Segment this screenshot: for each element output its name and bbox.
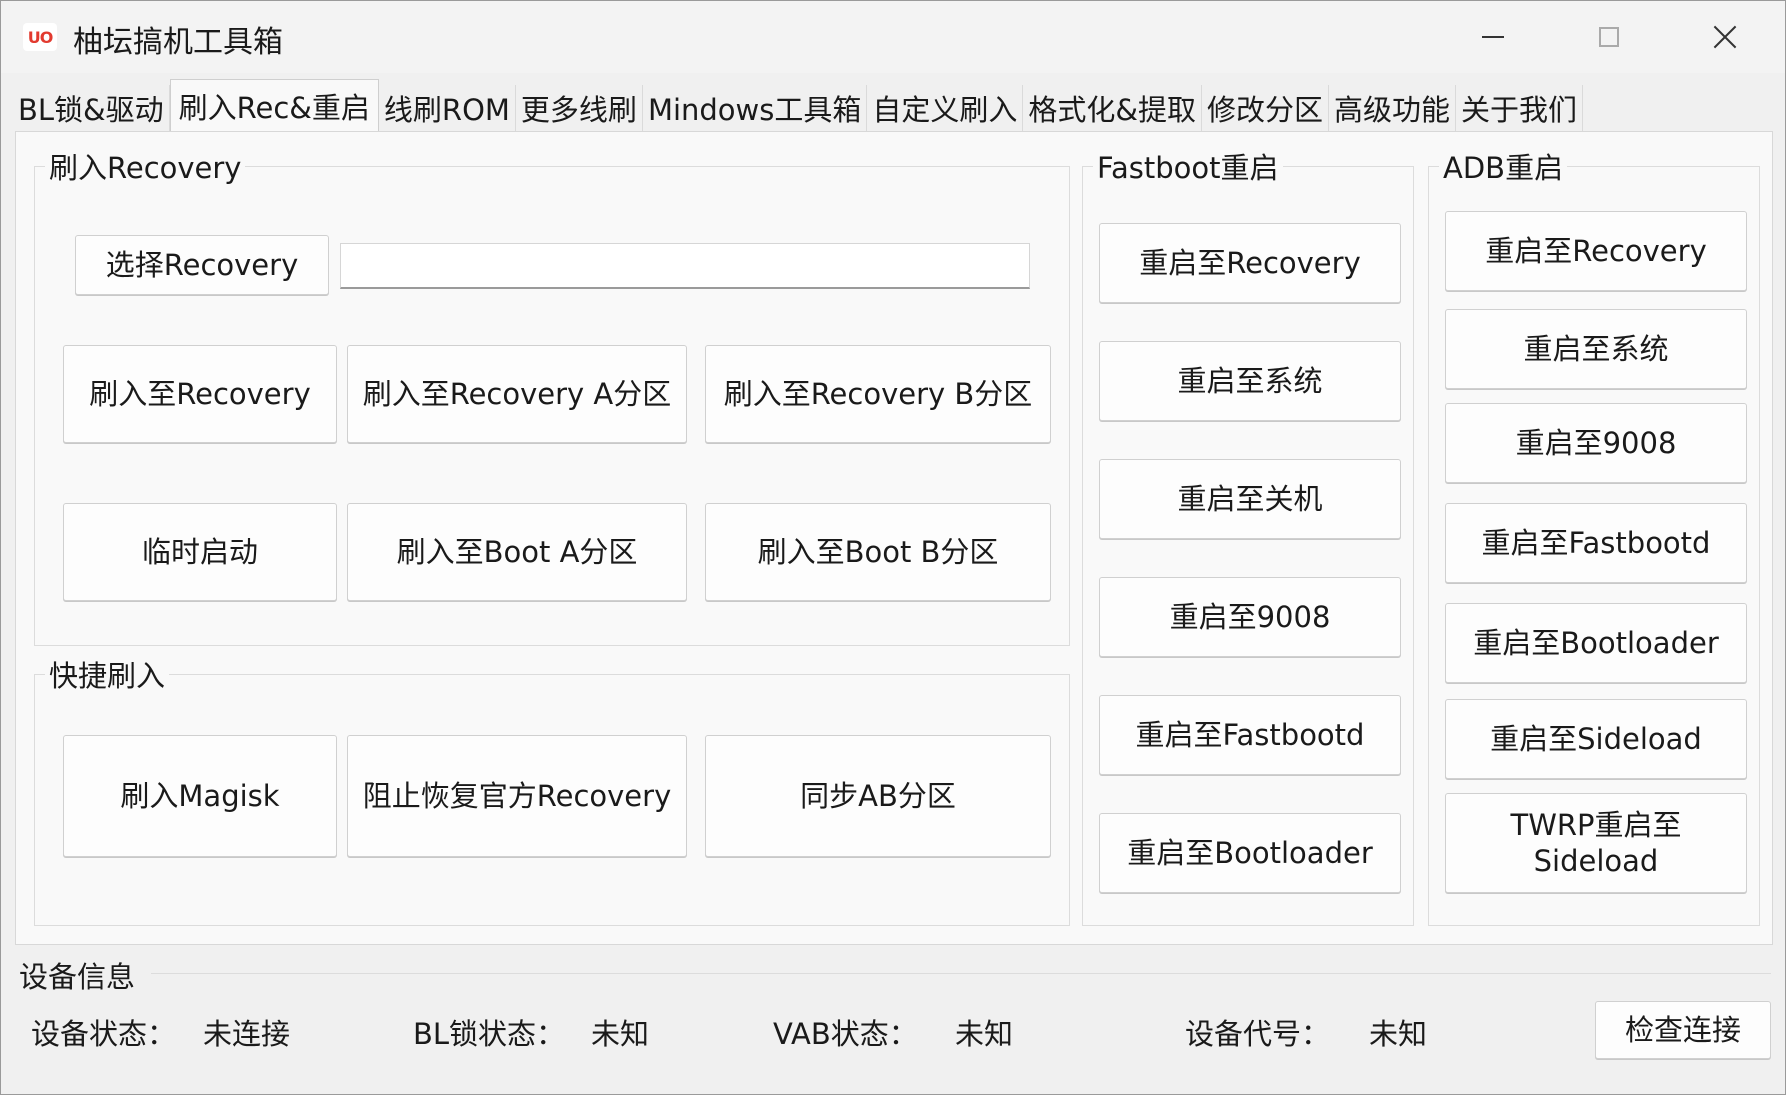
twrp-reboot-sideload-button[interactable]: TWRP重启至 Sideload — [1445, 793, 1747, 893]
vab-status-value: 未知 — [955, 1017, 1014, 1051]
quick-flash-title: 快捷刷入 — [45, 653, 170, 695]
tab-advanced[interactable]: 高级功能 — [1329, 85, 1457, 131]
adb-reboot-9008-button[interactable]: 重启至9008 — [1445, 403, 1747, 483]
block-official-recovery-button[interactable]: 阻止恢复官方Recovery — [347, 735, 687, 857]
tab-bl-lock-driver[interactable]: BL锁&驱动 — [13, 85, 170, 131]
app-logo-icon: UO — [23, 23, 57, 51]
flash-to-recovery-a-button[interactable]: 刷入至Recovery A分区 — [347, 345, 687, 443]
flash-magisk-button[interactable]: 刷入Magisk — [63, 735, 337, 857]
adb-reboot-group: ADB重启 重启至Recovery 重启至系统 重启至9008 重启至Fastb… — [1428, 145, 1760, 926]
sync-ab-button[interactable]: 同步AB分区 — [705, 735, 1051, 857]
adb-reboot-sideload-button[interactable]: 重启至Sideload — [1445, 699, 1747, 779]
select-recovery-button[interactable]: 选择Recovery — [75, 235, 329, 295]
flash-recovery-title: 刷入Recovery — [45, 145, 246, 187]
tab-more-flash[interactable]: 更多线刷 — [515, 85, 643, 131]
flash-to-recovery-b-button[interactable]: 刷入至Recovery B分区 — [705, 345, 1051, 443]
tab-mindows-toolbox[interactable]: Mindows工具箱 — [642, 85, 868, 131]
fastboot-reboot-system-button[interactable]: 重启至系统 — [1099, 341, 1401, 421]
bl-lock-status-value: 未知 — [591, 1017, 650, 1051]
recovery-path-input[interactable] — [340, 243, 1030, 289]
device-status-label: 设备状态： — [31, 1017, 177, 1051]
flash-recovery-group: 刷入Recovery 选择Recovery 刷入至Recovery 刷入至Rec… — [34, 145, 1070, 646]
close-button[interactable] — [1667, 1, 1783, 73]
window-title: 柚坛搞机工具箱 — [73, 25, 283, 60]
minimize-button[interactable] — [1435, 1, 1551, 73]
adb-reboot-system-button[interactable]: 重启至系统 — [1445, 309, 1747, 389]
device-info-title: 设备信息 — [19, 960, 136, 994]
fastboot-reboot-bootloader-button[interactable]: 重启至Bootloader — [1099, 813, 1401, 893]
flash-to-recovery-button[interactable]: 刷入至Recovery — [63, 345, 337, 443]
temp-boot-button[interactable]: 临时启动 — [63, 503, 337, 601]
flash-to-boot-b-button[interactable]: 刷入至Boot B分区 — [705, 503, 1051, 601]
tab-custom-flash[interactable]: 自定义刷入 — [867, 85, 1024, 131]
device-status-value: 未连接 — [203, 1017, 291, 1051]
app-window: UO 柚坛搞机工具箱 BL锁&驱动 刷入Rec&重启 线刷ROM 更多线刷 Mi… — [0, 0, 1786, 1095]
fastboot-reboot-9008-button[interactable]: 重启至9008 — [1099, 577, 1401, 657]
minimize-icon — [1482, 36, 1504, 38]
tab-format-extract[interactable]: 格式化&提取 — [1023, 85, 1203, 131]
device-info-divider — [151, 973, 1771, 974]
title-bar: UO 柚坛搞机工具箱 — [1, 1, 1785, 73]
check-connection-button[interactable]: 检查连接 — [1595, 1001, 1771, 1059]
adb-reboot-bootloader-button[interactable]: 重启至Bootloader — [1445, 603, 1747, 683]
device-code-label: 设备代号： — [1185, 1017, 1331, 1051]
maximize-button[interactable] — [1551, 1, 1667, 73]
adb-reboot-recovery-button[interactable]: 重启至Recovery — [1445, 211, 1747, 291]
fastboot-reboot-group: Fastboot重启 重启至Recovery 重启至系统 重启至关机 重启至90… — [1082, 145, 1414, 926]
flash-to-boot-a-button[interactable]: 刷入至Boot A分区 — [347, 503, 687, 601]
fastboot-reboot-title: Fastboot重启 — [1093, 145, 1283, 187]
adb-reboot-fastbootd-button[interactable]: 重启至Fastbootd — [1445, 503, 1747, 583]
close-icon — [1712, 24, 1738, 50]
fastboot-reboot-fastbootd-button[interactable]: 重启至Fastbootd — [1099, 695, 1401, 775]
bl-lock-status-label: BL锁状态： — [413, 1017, 566, 1051]
tab-flash-rom[interactable]: 线刷ROM — [378, 85, 516, 131]
quick-flash-group: 快捷刷入 刷入Magisk 阻止恢复官方Recovery 同步AB分区 — [34, 653, 1070, 926]
fastboot-reboot-poweroff-button[interactable]: 重启至关机 — [1099, 459, 1401, 539]
tab-about[interactable]: 关于我们 — [1456, 85, 1584, 131]
device-code-value: 未知 — [1369, 1017, 1428, 1051]
adb-reboot-title: ADB重启 — [1439, 145, 1568, 187]
tab-panel: 刷入Recovery 选择Recovery 刷入至Recovery 刷入至Rec… — [15, 131, 1773, 945]
tab-modify-partition[interactable]: 修改分区 — [1202, 85, 1330, 131]
tab-flash-rec-reboot[interactable]: 刷入Rec&重启 — [169, 79, 379, 131]
vab-status-label: VAB状态： — [773, 1017, 918, 1051]
maximize-icon — [1599, 27, 1619, 47]
tab-bar: BL锁&驱动 刷入Rec&重启 线刷ROM 更多线刷 Mindows工具箱 自定… — [13, 79, 1584, 131]
fastboot-reboot-recovery-button[interactable]: 重启至Recovery — [1099, 223, 1401, 303]
